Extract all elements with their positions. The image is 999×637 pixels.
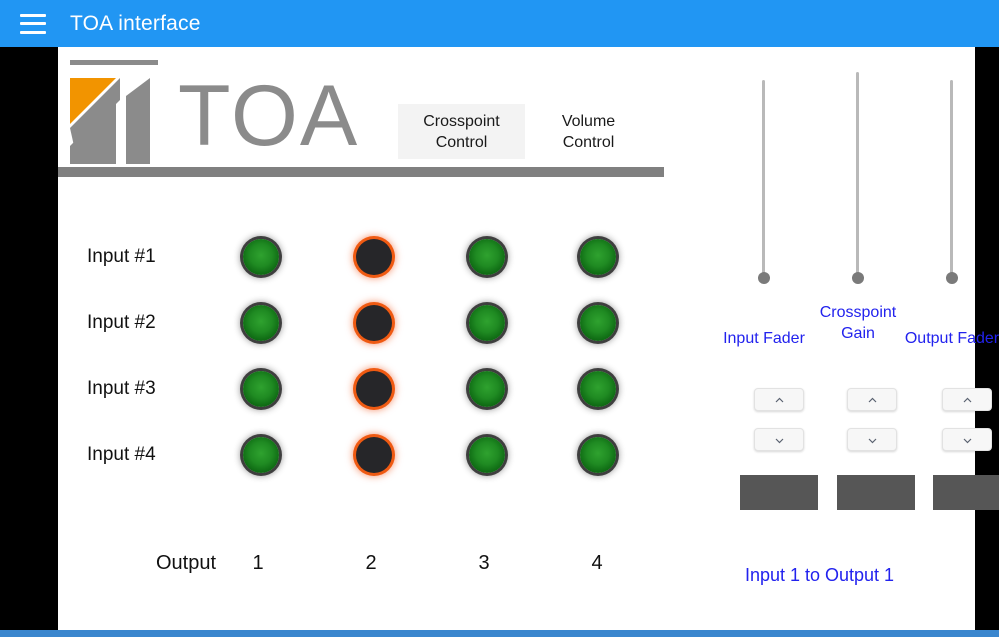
output-label-4: 4 [591, 552, 603, 574]
crosspoint-led-4-1[interactable] [243, 437, 279, 473]
toa-logo: TOA [66, 60, 366, 168]
input-fader-decrement-button[interactable] [754, 428, 804, 451]
control-panel: Input Fader Crosspoint Gain Output Fader [664, 47, 999, 630]
output-fader-increment-button[interactable] [942, 388, 992, 411]
hamburger-line [20, 13, 46, 17]
tab-label-line2: Control [562, 133, 615, 151]
chevron-up-icon [963, 396, 972, 405]
chevron-up-icon [775, 396, 784, 405]
crosspoint-led-4-3[interactable] [469, 437, 505, 473]
slider-track[interactable] [950, 80, 953, 278]
output-label-3: 3 [478, 552, 490, 574]
hamburger-menu-icon[interactable] [20, 13, 46, 34]
crosspoint-gain-increment-button[interactable] [847, 388, 897, 411]
bottom-accent-bar [0, 630, 999, 637]
tab-label-line2: Control [435, 133, 488, 151]
chevron-down-icon [775, 436, 784, 445]
slider-track[interactable] [762, 80, 765, 278]
tab-label-line1: Crosspoint [423, 112, 500, 130]
page-canvas: TOA Crosspoint Control Volume Control In… [58, 47, 999, 630]
toa-wordmark: TOA [178, 68, 360, 164]
left-black-margin [0, 47, 58, 637]
slider-thumb[interactable] [852, 272, 864, 284]
slider-thumb[interactable] [946, 272, 958, 284]
app-title: TOA interface [70, 11, 201, 35]
crosspoint-led-4-2[interactable] [356, 437, 392, 473]
slider-input-fader[interactable]: Input Fader [723, 80, 805, 347]
matrix-row: Input #4 [58, 395, 664, 473]
slider-output-fader[interactable]: Output Fader [905, 80, 999, 347]
app-root: TOA interface TOA Crosspoint Control Vol… [0, 0, 999, 637]
header-divider [58, 167, 664, 177]
route-status-text: Input 1 to Output 1 [744, 565, 895, 585]
chevron-down-icon [868, 436, 877, 445]
input-fader-value-display [740, 475, 818, 510]
crosspoint-led-4-4[interactable] [580, 437, 616, 473]
chevron-up-icon [868, 396, 877, 405]
output-header-row: Output 1 2 3 4 [58, 552, 664, 582]
hamburger-line [20, 30, 46, 34]
logo-top-rule [70, 60, 158, 65]
output-fader-decrement-button[interactable] [942, 428, 992, 451]
tab-volume-control[interactable]: Volume Control [525, 104, 652, 159]
tab-bar: Crosspoint Control Volume Control [398, 104, 652, 159]
crosspoint-gain-decrement-button[interactable] [847, 428, 897, 451]
output-label-2: 2 [365, 552, 377, 574]
slider-thumb[interactable] [758, 272, 770, 284]
tab-crosspoint-control[interactable]: Crosspoint Control [398, 104, 525, 159]
matrix-row: Input #1 [58, 197, 664, 275]
slider-label-output-fader: Output Fader [904, 330, 999, 347]
output-word-label: Output [156, 552, 217, 574]
crosspoint-gain-value-display [837, 475, 915, 510]
slider-crosspoint-gain[interactable]: Crosspoint Gain [820, 72, 896, 342]
tab-label-line1: Volume [561, 112, 616, 130]
chevron-down-icon [963, 436, 972, 445]
input-label: Input #4 [87, 444, 156, 465]
input-fader-increment-button[interactable] [754, 388, 804, 411]
matrix-row: Input #3 [58, 329, 664, 407]
slider-label-crosspoint-gain-line1: Crosspoint [819, 304, 897, 321]
app-bar: TOA interface [0, 0, 999, 47]
output-label-1: 1 [252, 552, 264, 574]
slider-track[interactable] [856, 72, 859, 278]
crosspoint-matrix: Input #1 Input #2 Input #3 Input #4 [58, 197, 664, 473]
output-fader-value-display [933, 475, 999, 510]
hamburger-line [20, 22, 46, 25]
matrix-row: Input #2 [58, 263, 664, 341]
toa-logo-icon [70, 74, 160, 164]
